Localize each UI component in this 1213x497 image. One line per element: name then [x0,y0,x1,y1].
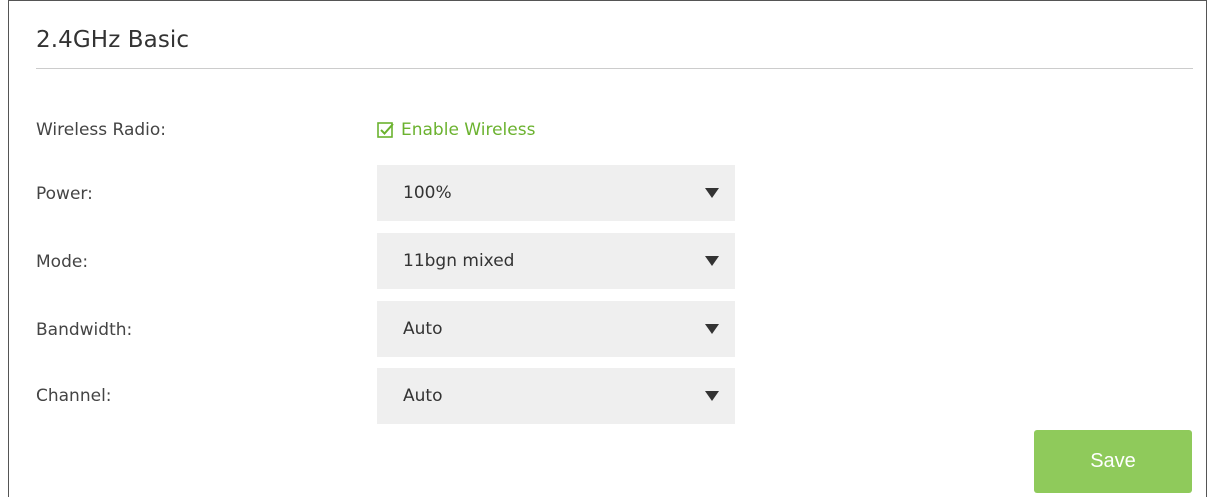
mode-label: Mode: [36,252,89,272]
wireless-basic-panel: 2.4GHz Basic Wireless Radio: Enable Wire… [8,0,1207,497]
power-select[interactable]: 100% [377,165,735,221]
bandwidth-label: Bandwidth: [36,320,133,340]
power-label: Power: [36,184,93,204]
wireless-radio-label: Wireless Radio: [36,120,167,140]
chevron-down-icon [705,188,719,198]
power-select-value: 100% [403,183,452,203]
channel-select[interactable]: Auto [377,368,735,424]
chevron-down-icon [705,324,719,334]
mode-select[interactable]: 11bgn mixed [377,233,735,289]
checkbox-checked-icon [377,121,395,139]
chevron-down-icon [705,256,719,266]
channel-label: Channel: [36,386,112,406]
bandwidth-select-value: Auto [403,319,443,339]
chevron-down-icon [705,391,719,401]
save-button[interactable]: Save [1034,430,1192,493]
title-divider [36,68,1193,69]
section-title: 2.4GHz Basic [36,27,190,53]
enable-wireless-checkbox[interactable]: Enable Wireless [377,120,535,140]
enable-wireless-label: Enable Wireless [401,120,536,140]
channel-select-value: Auto [403,386,443,406]
bandwidth-select[interactable]: Auto [377,301,735,357]
mode-select-value: 11bgn mixed [403,251,515,271]
